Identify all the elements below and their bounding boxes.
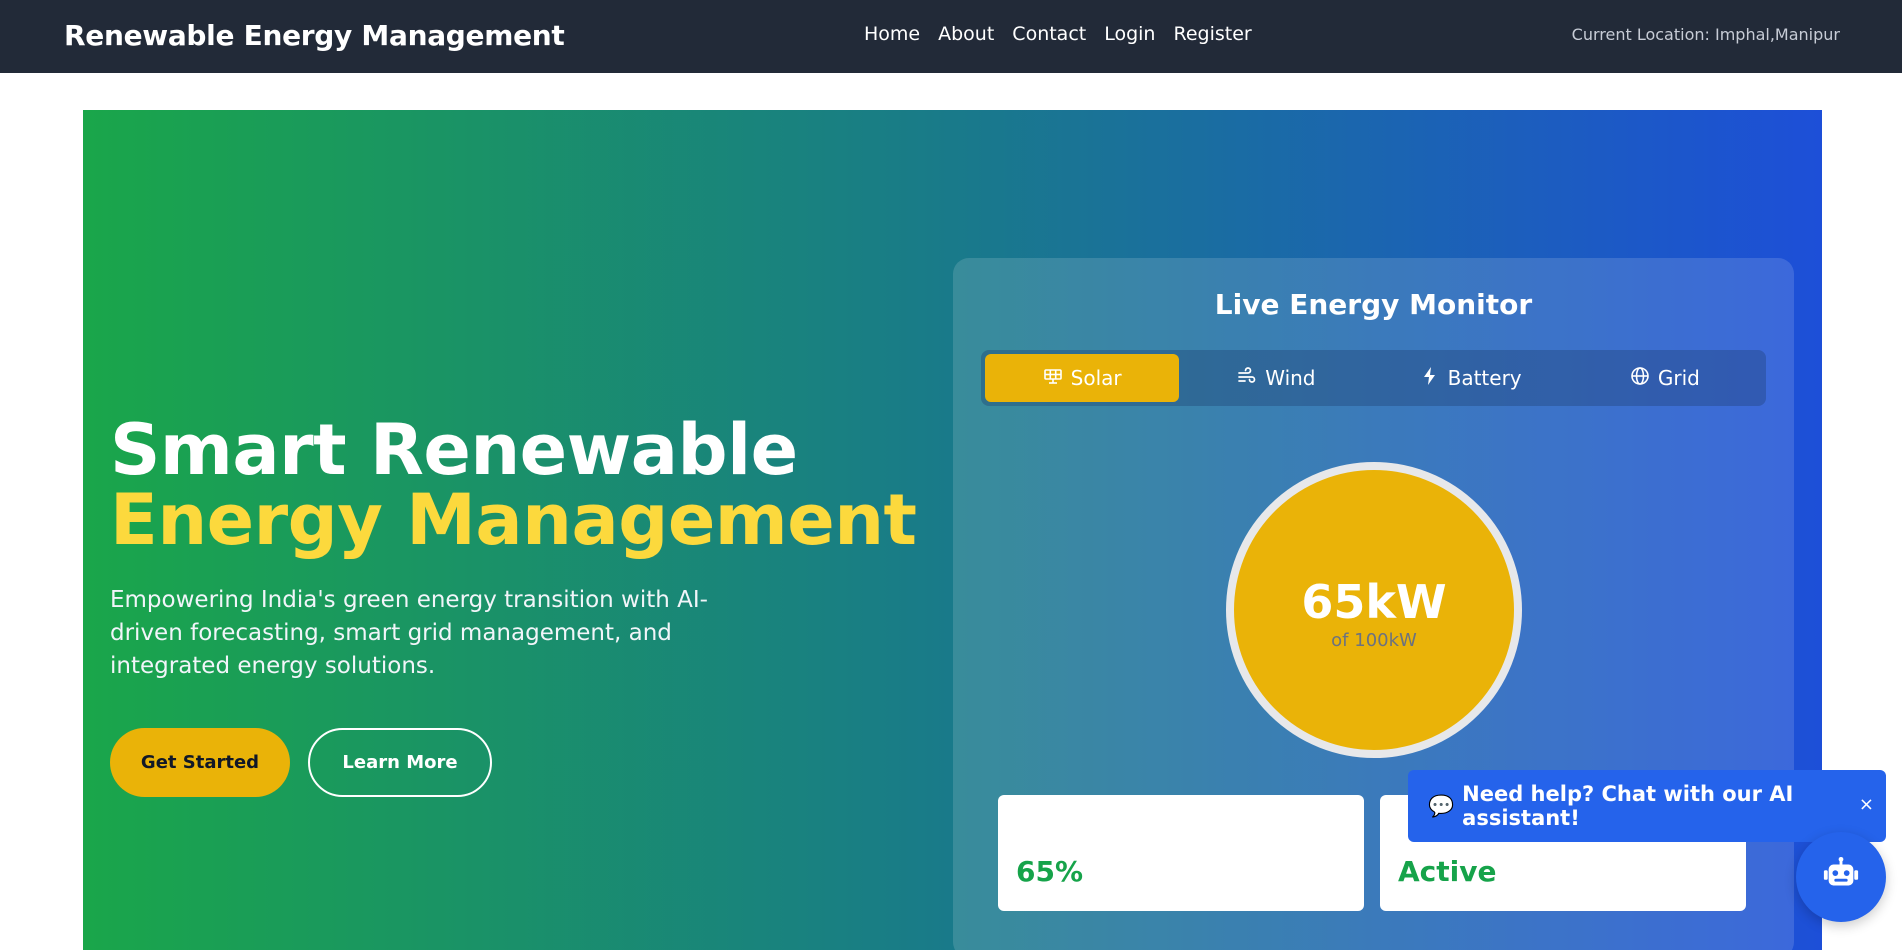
hero-title-line2: Energy Management xyxy=(110,479,917,561)
learn-more-button[interactable]: Learn More xyxy=(308,728,492,797)
nav-contact-link[interactable]: Contact xyxy=(1012,23,1086,45)
brand-title[interactable]: Renewable Energy Management xyxy=(64,19,565,52)
nav-login-link[interactable]: Login xyxy=(1104,23,1155,45)
tab-grid[interactable]: Grid xyxy=(1568,354,1762,402)
nav-home-link[interactable]: Home xyxy=(864,23,920,45)
nav-about-link[interactable]: About xyxy=(938,23,994,45)
status-value: Active xyxy=(1398,855,1497,888)
tab-solar-label: Solar xyxy=(1070,366,1122,390)
hero-title: Smart Renewable Energy Management xyxy=(110,415,917,555)
main-nav: Home About Contact Login Register xyxy=(864,23,1252,45)
current-location: Current Location: Imphal,Manipur xyxy=(1571,25,1840,44)
efficiency-value: 65% xyxy=(1016,855,1084,888)
tab-grid-label: Grid xyxy=(1657,366,1700,390)
tab-wind-label: Wind xyxy=(1265,366,1316,390)
top-navbar: Renewable Energy Management Home About C… xyxy=(0,0,1902,73)
tab-battery-label: Battery xyxy=(1447,366,1522,390)
efficiency-card: 65% xyxy=(998,795,1364,911)
gauge-value: 65kW xyxy=(1301,575,1447,629)
chatbot-button[interactable] xyxy=(1796,832,1886,922)
get-started-button[interactable]: Get Started xyxy=(110,728,290,797)
robot-icon xyxy=(1822,856,1860,898)
close-icon[interactable]: × xyxy=(1859,794,1874,815)
chat-prompt-text: Need help? Chat with our AI assistant! xyxy=(1462,782,1794,830)
live-energy-monitor: Live Energy Monitor Solar Wind Battery G… xyxy=(953,258,1794,950)
hero-subtitle: Empowering India's green energy transiti… xyxy=(110,587,708,679)
wind-icon xyxy=(1237,366,1257,391)
tab-wind[interactable]: Wind xyxy=(1179,354,1373,402)
chat-prompt-bubble[interactable]: 💬 Need help? Chat with our AI assistant!… xyxy=(1408,770,1886,842)
monitor-title: Live Energy Monitor xyxy=(1214,288,1533,321)
nav-register-link[interactable]: Register xyxy=(1173,23,1251,45)
energy-gauge: 65kW of 100kW xyxy=(1226,462,1522,758)
globe-icon xyxy=(1630,366,1650,391)
hero-title-line1: Smart Renewable xyxy=(110,409,798,491)
solar-panel-icon xyxy=(1043,366,1063,391)
chat-bubble-icon: 💬 xyxy=(1428,793,1455,818)
gauge-capacity: of 100kW xyxy=(1331,630,1417,651)
energy-source-tabs: Solar Wind Battery Grid xyxy=(981,350,1766,406)
tab-solar[interactable]: Solar xyxy=(985,354,1180,402)
bolt-icon xyxy=(1420,366,1440,391)
tab-battery[interactable]: Battery xyxy=(1374,354,1568,402)
